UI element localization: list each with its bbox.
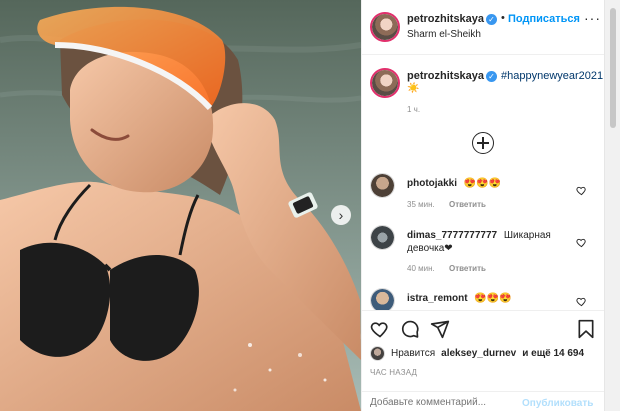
caption-avatar[interactable] [370,68,400,98]
post-actions: Нравится aleksey_durnev и ещё 14 694 ЧАС… [362,310,605,411]
page-scrollbar[interactable] [604,0,620,411]
likes-prefix: Нравится [391,348,436,359]
like-comment-heart-icon[interactable] [576,237,587,248]
author-username[interactable]: petrozhitskaya [407,13,484,25]
post-timestamp: ЧАС НАЗАД [370,368,418,377]
caption-time: 1 ч. [407,105,421,114]
commenter-avatar[interactable] [370,225,395,250]
comment-body: 😍😍😍 [474,293,512,304]
next-photo-button[interactable]: › [331,205,351,225]
comment-meta: 40 мин. Ответить [407,264,486,273]
verified-icon: ✓ [486,14,497,25]
comment-meta: 35 мин. Ответить [407,200,486,209]
commenter-username[interactable]: photojakki [407,178,457,189]
author-avatar[interactable] [370,12,400,42]
publish-button[interactable]: Опубликовать [522,398,593,409]
comment-text: dimas_7777777777 Шикарная девочка❤ [407,229,577,255]
separator-dot: • [501,12,505,24]
like-comment-heart-icon[interactable] [576,296,587,307]
caption-emoji: ☀️ [407,83,420,94]
scrollbar-thumb[interactable] [610,8,616,128]
like-comment-heart-icon[interactable] [576,185,587,196]
likes-summary: Нравится aleksey_durnev и ещё 14 694 [370,346,584,361]
commenter-username[interactable]: dimas_7777777777 [407,230,497,241]
post-modal: › petrozhitskaya ✓ • Подписаться ··· Sha… [0,0,620,411]
bookmark-icon[interactable] [576,319,596,339]
comment-form: Опубликовать [362,391,605,412]
more-options-icon[interactable]: ··· [584,10,601,26]
heart-icon[interactable] [370,319,390,339]
verified-icon: ✓ [486,71,497,82]
comment-time: 40 мин. [407,264,435,273]
liker-avatar[interactable] [370,346,385,361]
caption-hashtag[interactable]: #happynewyear2021 [501,70,603,82]
caption-username[interactable]: petrozhitskaya [407,70,484,82]
comment-input[interactable] [370,397,520,408]
comment-icon[interactable] [400,319,420,339]
load-more-comments-icon[interactable] [472,132,494,154]
chevron-right-icon: › [338,207,344,223]
follow-button[interactable]: Подписаться [508,13,580,25]
photo-illustration [0,0,361,411]
commenter-username[interactable]: istra_remont [407,293,468,304]
commenter-avatar[interactable] [370,173,395,198]
location-link[interactable]: Sharm el-Sheikh [407,29,481,40]
post-header: petrozhitskaya ✓ • Подписаться ··· Sharm… [362,0,605,55]
comment-body: 😍😍😍 [463,178,502,189]
liker-username[interactable]: aleksey_durnev [441,348,516,359]
likes-count[interactable]: и ещё 14 694 [522,348,584,359]
reply-button[interactable]: Ответить [449,200,486,209]
share-icon[interactable] [430,319,450,339]
post-panel: petrozhitskaya ✓ • Подписаться ··· Sharm… [361,0,605,411]
comment-text: istra_remont 😍😍😍 [407,292,577,305]
reply-button[interactable]: Ответить [449,264,486,273]
post-photo[interactable]: › [0,0,361,411]
comments-list: photojakki 😍😍😍 35 мин. Ответить dimas_77… [362,165,605,310]
commenter-avatar[interactable] [370,288,395,310]
post-caption: petrozhitskaya ✓ #happynewyear2021 ☀️ 1 … [362,58,605,138]
comment-text: photojakki 😍😍😍 [407,177,577,190]
comment-time: 35 мин. [407,200,435,209]
